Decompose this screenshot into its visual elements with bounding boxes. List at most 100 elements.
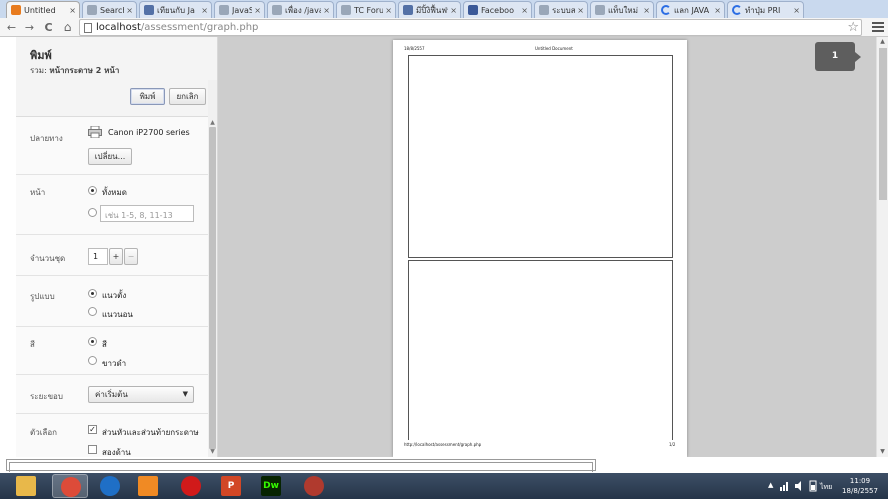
address-bar[interactable]: localhost/assessment/graph.php ☆ [79, 19, 862, 36]
forum-icon [144, 5, 154, 15]
printer-icon [88, 126, 102, 138]
tab-3[interactable]: เทียนกับ Ja × [139, 1, 212, 18]
copies-minus-button[interactable]: − [124, 248, 138, 265]
reload-button[interactable]: C [41, 20, 56, 35]
tab-close-icon[interactable]: × [521, 6, 528, 15]
taskbar-explorer-button[interactable] [8, 474, 44, 498]
tab-6[interactable]: TC Forum× [336, 1, 396, 18]
two-sided-checkbox[interactable] [88, 445, 97, 454]
loading-icon [732, 5, 742, 15]
wmp-icon [100, 476, 120, 496]
volume-icon[interactable] [795, 481, 805, 491]
doc-icon [219, 5, 229, 15]
landscape-radio[interactable] [88, 307, 97, 316]
tab-8[interactable]: Faceboo × [463, 1, 532, 18]
preview-scrollbar[interactable]: ▲ ▼ [876, 37, 888, 457]
tab-12[interactable]: ทำปุ่ม PRI × [727, 1, 804, 18]
chrome-menu-icon[interactable] [871, 20, 885, 34]
tab-5[interactable]: เพื่อง /java × [267, 1, 334, 18]
tab-close-icon[interactable]: × [793, 6, 800, 15]
pages-custom-radio[interactable] [88, 208, 97, 217]
change-destination-button[interactable]: เปลี่ยน... [88, 148, 132, 165]
tab-title: Search [100, 5, 124, 15]
tab-close-icon[interactable]: × [254, 6, 261, 15]
language-indicator[interactable]: ไทย [820, 482, 832, 493]
color-label: สี [30, 340, 35, 349]
bookmark-star-icon[interactable]: ☆ [847, 20, 859, 35]
explorer-icon [16, 476, 36, 496]
tab-close-icon[interactable]: × [69, 6, 76, 15]
tab-close-icon[interactable]: × [323, 6, 330, 15]
taskbar-loading-button[interactable] [296, 474, 332, 498]
tab-close-icon[interactable]: × [450, 6, 457, 15]
color-radio[interactable] [88, 337, 97, 346]
tray-expand-icon[interactable]: ▲ [768, 481, 773, 489]
media-player-icon [138, 476, 158, 496]
panel-scroll-down-icon[interactable]: ▼ [209, 448, 216, 456]
taskbar-opera-button[interactable] [173, 474, 209, 498]
tab-close-icon[interactable]: × [714, 6, 721, 15]
doc-icon [272, 5, 282, 15]
tab-title: แลก JAVA [674, 5, 710, 15]
battery-icon[interactable] [809, 480, 817, 492]
pages-label: หน้า [30, 188, 46, 197]
tab-title: ทำปุ่ม PRI [745, 5, 781, 15]
tab-4[interactable]: JavaScrip× [214, 1, 265, 18]
tab-title: ระบบสนับส [552, 5, 576, 15]
margins-select[interactable]: ค่าเริ่มต้น ▼ [88, 386, 194, 403]
tab-close-icon[interactable]: × [385, 6, 392, 15]
panel-scroll-thumb[interactable] [209, 127, 216, 449]
preview-scroll-thumb[interactable] [879, 48, 887, 200]
two-sided-label: สองด้าน [102, 448, 131, 457]
destination-section: ปลายทาง Canon iP2700 series เปลี่ยน... [16, 117, 209, 175]
tab-9[interactable]: ระบบสนับส× [534, 1, 588, 18]
taskbar-media-player-button[interactable] [130, 474, 166, 498]
tab-title: มีปิ้งิฟื้นฟนี่ [416, 5, 448, 15]
headers-footers-checkbox[interactable]: ✓ [88, 425, 97, 434]
tab-11[interactable]: แลก JAVA × [656, 1, 725, 18]
copies-input[interactable]: 1 [88, 248, 108, 265]
taskbar-powerpoint-button[interactable]: P [213, 474, 249, 498]
home-button[interactable]: ⌂ [60, 20, 75, 35]
tab-title: เทียนกับ Ja [157, 5, 195, 15]
taskbar-clock[interactable]: 11:09 18/8/2557 [838, 476, 882, 496]
tab-close-icon[interactable]: × [577, 6, 584, 15]
network-icon[interactable] [780, 481, 790, 491]
scroll-up-icon[interactable]: ▲ [877, 37, 888, 46]
tab-close-icon[interactable]: × [643, 6, 650, 15]
portrait-radio[interactable] [88, 289, 97, 298]
opera-icon [181, 476, 201, 496]
tab-close-icon[interactable]: × [201, 6, 208, 15]
underlying-page-border-inner [9, 462, 593, 472]
pages-section: หน้า ทั้งหมด เช่น 1-5, 8, 11-13 [16, 175, 209, 235]
tab-close-icon[interactable]: × [126, 6, 133, 15]
tab-7[interactable]: มีปิ้งิฟื้นฟนี่× [398, 1, 461, 18]
headers-footers-label: ส่วนหัวและส่วนท้ายกระดาษ [102, 428, 199, 437]
doc-icon [595, 5, 605, 15]
bw-radio[interactable] [88, 356, 97, 365]
pages-custom-input[interactable]: เช่น 1-5, 8, 11-13 [100, 205, 194, 222]
pages-all-radio[interactable] [88, 186, 97, 195]
tab-title: แท็บใหม่ [608, 5, 638, 15]
dreamweaver-icon: Dw [261, 476, 281, 496]
scroll-down-icon[interactable]: ▼ [877, 447, 888, 456]
back-button[interactable]: ← [4, 20, 19, 35]
doc-icon [87, 5, 97, 15]
windows-taskbar: ▲ ไทย 11:09 18/8/2557 P Dw [0, 473, 888, 499]
orange-doc-icon [11, 5, 21, 15]
copies-plus-button[interactable]: + [109, 248, 123, 265]
page-number-badge: 1 [815, 42, 861, 71]
tab-title: Faceboo [481, 5, 514, 15]
taskbar-wmp-button[interactable] [92, 474, 128, 498]
tab-title: Untitled [24, 5, 56, 15]
tab-10[interactable]: แท็บใหม่ × [590, 1, 654, 18]
print-button[interactable]: พิมพ์ [130, 88, 165, 105]
bw-label: ขาวดำ [102, 359, 127, 368]
forward-button[interactable]: → [22, 20, 37, 35]
tab-1[interactable]: Untitled × [6, 1, 80, 18]
taskbar-dreamweaver-button[interactable]: Dw [253, 474, 289, 498]
taskbar-chrome-button[interactable] [52, 474, 88, 498]
cancel-button[interactable]: ยกเลิก [169, 88, 206, 105]
tab-2[interactable]: Search× [82, 1, 137, 18]
panel-scroll-up-icon[interactable]: ▲ [209, 119, 216, 127]
